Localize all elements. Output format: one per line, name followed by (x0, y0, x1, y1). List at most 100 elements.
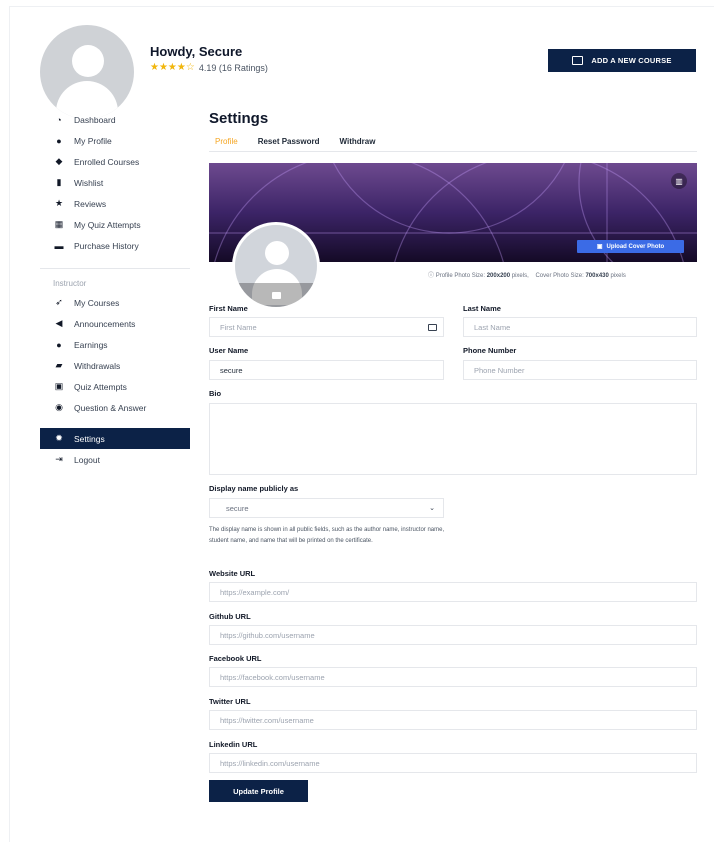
sidebar-item-label: Earnings (74, 339, 108, 350)
sidebar-item-label: Announcements (74, 318, 136, 329)
cover-size-suffix: pixels (608, 273, 626, 279)
user-name-input[interactable]: secure (209, 360, 444, 380)
linkedin-url-input[interactable]: https://linkedin.com/username (209, 753, 697, 773)
tab-withdraw[interactable]: Withdraw (334, 135, 376, 151)
sidebar-item-announcements[interactable]: ◀ Announcements (40, 313, 190, 334)
settings-tabs: Profile Reset Password Withdraw (209, 135, 697, 152)
facebook-url-placeholder: https://facebook.com/username (220, 672, 325, 682)
last-name-input[interactable]: Last Name (463, 317, 697, 337)
photo-size-info: ⓘ Profile Photo Size: 200x200 pixels, Co… (428, 270, 626, 279)
delete-cover-button[interactable]: ▥ (671, 173, 687, 189)
wallet-icon: ▰ (55, 360, 63, 370)
sidebar-item-wishlist[interactable]: ▮ Wishlist (40, 172, 190, 193)
profile-photo[interactable] (232, 222, 320, 310)
profile-size-value: 200x200 (486, 273, 511, 279)
sidebar-item-purchase-history[interactable]: ▬ Purchase History (40, 235, 190, 256)
rating-text: 4.19 (16 Ratings) (198, 62, 268, 73)
camera-icon: ▣ (596, 244, 603, 250)
sidebar-item-label: Purchase History (74, 240, 139, 251)
sidebar-item-dashboard[interactable]: ◔ Dashboard (40, 109, 190, 130)
sidebar-item-label: Enrolled Courses (74, 156, 140, 167)
sidebar-item-label: My Quiz Attempts (74, 219, 141, 230)
sidebar-item-label: Quiz Attempts (74, 381, 127, 392)
linkedin-url-placeholder: https://linkedin.com/username (220, 758, 320, 768)
github-url-placeholder: https://github.com/username (220, 630, 315, 640)
sidebar-item-my-profile[interactable]: ● My Profile (40, 130, 190, 151)
avatar-head-shape (72, 45, 104, 77)
trash-icon: ▥ (675, 176, 683, 186)
sidebar-item-label: Logout (74, 454, 100, 465)
page-title: Settings (209, 110, 269, 127)
edit-icon (572, 56, 584, 65)
first-name-placeholder: First Name (220, 322, 257, 332)
rating: ★★★★☆ 4.19 (16 Ratings) (150, 62, 268, 73)
bookmark-icon: ▮ (56, 177, 62, 187)
sidebar-item-my-quiz-attempts[interactable]: ▦ My Quiz Attempts (40, 214, 190, 235)
cart-icon: ▬ (54, 240, 64, 251)
website-url-label: Website URL (209, 569, 256, 578)
rocket-icon: ➶ (55, 297, 63, 307)
sidebar-item-withdrawals[interactable]: ▰ Withdrawals (40, 355, 190, 376)
upload-cover-photo-button[interactable]: ▣ Upload Cover Photo (577, 240, 684, 253)
update-profile-button[interactable]: Update Profile (209, 780, 308, 802)
display-name-value: secure (226, 503, 249, 513)
chevron-down-icon: ⌄ (429, 505, 435, 512)
sidebar-item-question-answer[interactable]: ◉ Question & Answer (40, 397, 190, 418)
cover-size-prefix: Cover Photo Size: (535, 273, 586, 279)
upload-cover-photo-label: Upload Cover Photo (606, 243, 665, 250)
logout-icon: ⇥ (55, 454, 63, 464)
profile-size-prefix: Profile Photo Size: (435, 273, 487, 279)
sidebar-item-label: Wishlist (74, 177, 104, 188)
first-name-input[interactable]: First Name (209, 317, 444, 337)
sidebar-item-logout[interactable]: ⇥ Logout (40, 449, 190, 470)
phone-number-input[interactable]: Phone Number (463, 360, 697, 380)
facebook-url-label: Facebook URL (209, 654, 262, 663)
website-url-input[interactable]: https://example.com/ (209, 582, 697, 602)
sidebar-item-label: Dashboard (74, 114, 116, 125)
twitter-url-input[interactable]: https://twitter.com/username (209, 710, 697, 730)
user-name-label: User Name (209, 346, 249, 355)
profile-photo-head-shape (265, 241, 289, 265)
graduation-cap-icon: ◆ (55, 156, 63, 166)
phone-number-label: Phone Number (463, 346, 517, 355)
sidebar-item-earnings[interactable]: ● Earnings (40, 334, 190, 355)
user-name-value: secure (220, 365, 243, 375)
sidebar-item-label: Settings (74, 433, 105, 444)
sidebar-item-label: My Courses (74, 297, 120, 308)
star-rating-icon: ★★★★☆ (150, 62, 195, 73)
twitter-url-label: Twitter URL (209, 697, 251, 706)
profile-size-suffix: pixels, (510, 273, 529, 279)
add-new-course-button[interactable]: ADD A NEW COURSE (548, 49, 696, 72)
last-name-placeholder: Last Name (474, 322, 511, 332)
megaphone-icon: ◀ (55, 318, 63, 328)
first-name-label: First Name (209, 304, 248, 313)
gear-icon: ✹ (55, 433, 63, 443)
sidebar-item-reviews[interactable]: ★ Reviews (40, 193, 190, 214)
sidebar-item-quiz-attempts[interactable]: ▣ Quiz Attempts (40, 376, 190, 397)
facebook-url-input[interactable]: https://facebook.com/username (209, 667, 697, 687)
question-icon: ▣ (54, 381, 64, 391)
tab-reset-password[interactable]: Reset Password (252, 135, 320, 151)
dashboard-icon: ◔ (56, 114, 62, 125)
display-name-help: The display name is shown in all public … (209, 527, 445, 544)
tab-profile[interactable]: Profile (209, 135, 238, 151)
twitter-url-placeholder: https://twitter.com/username (220, 715, 314, 725)
display-name-select[interactable]: secure ⌄ (209, 498, 444, 518)
sidebar-item-my-courses[interactable]: ➶ My Courses (40, 292, 190, 313)
info-icon: ⓘ (428, 273, 435, 279)
user-avatar (40, 25, 134, 119)
bio-label: Bio (209, 389, 222, 398)
sidebar-item-label: Reviews (74, 198, 107, 209)
github-url-label: Github URL (209, 612, 251, 621)
display-name-label: Display name publicly as (209, 484, 299, 493)
add-new-course-label: ADD A NEW COURSE (591, 56, 672, 65)
star-icon: ★ (54, 198, 64, 208)
dollar-icon: ● (56, 339, 62, 350)
bio-textarea[interactable] (209, 403, 697, 475)
sidebar-item-enrolled-courses[interactable]: ◆ Enrolled Courses (40, 151, 190, 172)
user-icon: ● (56, 135, 62, 146)
sidebar-item-settings[interactable]: ✹ Settings (40, 428, 190, 449)
website-url-placeholder: https://example.com/ (220, 587, 290, 597)
github-url-input[interactable]: https://github.com/username (209, 625, 697, 645)
